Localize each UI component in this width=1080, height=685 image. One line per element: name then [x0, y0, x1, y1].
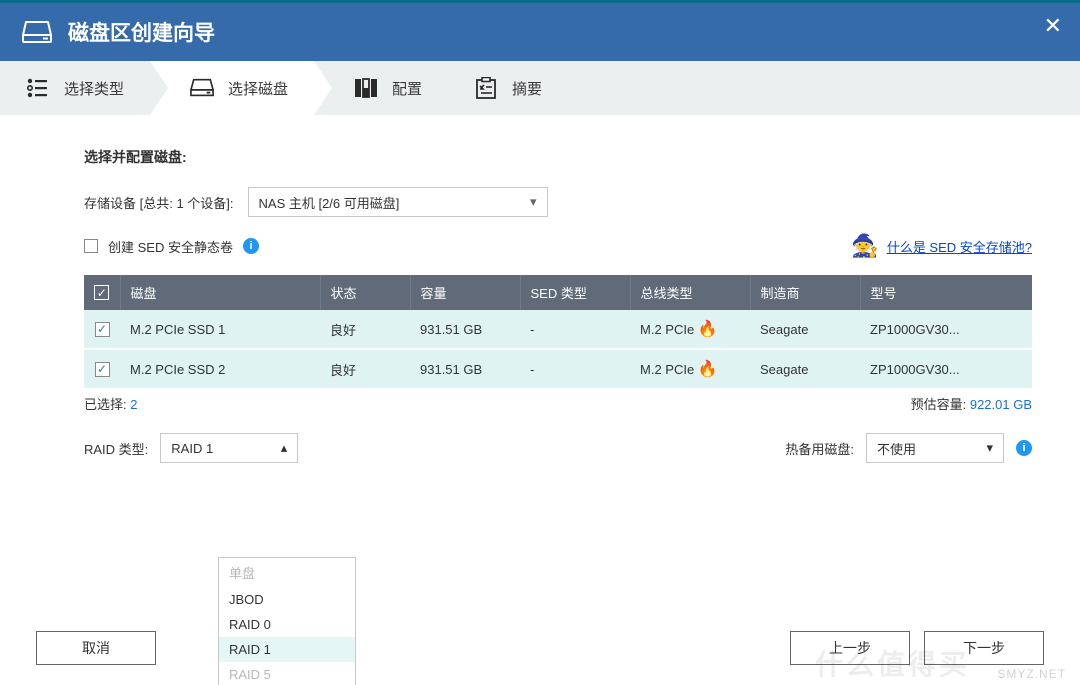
cell-capacity: 931.51 GB — [410, 310, 520, 349]
raid-type-value: RAID 1 — [171, 441, 213, 456]
close-icon[interactable]: ✕ — [1044, 13, 1062, 39]
step-label: 选择磁盘 — [228, 78, 288, 99]
titlebar: 磁盘区创建向导 ✕ — [0, 3, 1080, 61]
step-label: 选择类型 — [64, 78, 124, 99]
info-icon[interactable]: i — [243, 238, 259, 254]
fire-icon: 🔥 — [698, 321, 718, 338]
hotspare-select[interactable]: 不使用 ▾ — [866, 433, 1004, 463]
cell-capacity: 931.51 GB — [410, 349, 520, 389]
disk-table: ✓ 磁盘 状态 容量 SED 类型 总线类型 制造商 型号 ✓ M.2 PCIe … — [84, 275, 1032, 390]
cell-bus: M.2 PCIe 🔥 — [630, 349, 750, 389]
raid-type-label: RAID 类型: — [84, 439, 148, 458]
raid-option: 单盘 — [219, 558, 355, 587]
cell-disk: M.2 PCIe SSD 2 — [120, 349, 320, 389]
step-summary[interactable]: 摘要 — [448, 61, 568, 115]
table-row[interactable]: ✓ M.2 PCIe SSD 2良好931.51 GB-M.2 PCIe 🔥Sea… — [84, 349, 1032, 389]
storage-device-select[interactable]: NAS 主机 [2/6 可用磁盘] ▾ — [248, 187, 548, 217]
cell-bus: M.2 PCIe 🔥 — [630, 310, 750, 349]
step-select-disk[interactable]: 选择磁盘 — [150, 61, 314, 115]
raid-option: RAID 5 — [219, 662, 355, 685]
step-configure[interactable]: 配置 — [314, 61, 448, 115]
chevron-down-icon: ▾ — [530, 194, 537, 210]
cell-vendor: Seagate — [750, 349, 860, 389]
storage-device-value: NAS 主机 [2/6 可用磁盘] — [259, 193, 400, 212]
table-row[interactable]: ✓ M.2 PCIe SSD 1良好931.51 GB-M.2 PCIe 🔥Sea… — [84, 310, 1032, 349]
section-title: 选择并配置磁盘: — [84, 147, 1032, 167]
raid-type-select[interactable]: RAID 1 ▴ — [160, 433, 298, 463]
list-settings-icon — [26, 76, 50, 100]
fire-icon: 🔥 — [698, 361, 718, 378]
raid-option[interactable]: JBOD — [219, 587, 355, 612]
cell-model: ZP1000GV30... — [860, 310, 1032, 349]
step-label: 摘要 — [512, 78, 542, 99]
disk-icon — [22, 21, 52, 43]
raid-option[interactable]: RAID 1 — [219, 637, 355, 662]
col-bus[interactable]: 总线类型 — [630, 275, 750, 310]
summary-icon — [474, 76, 498, 100]
wizard-icon: 🧙 — [851, 233, 878, 259]
col-model[interactable]: 型号 — [860, 275, 1032, 310]
col-capacity[interactable]: 容量 — [410, 275, 520, 310]
wizard-stepper: 选择类型 选择磁盘 配置 摘要 — [0, 61, 1080, 115]
raid-option[interactable]: RAID 0 — [219, 612, 355, 637]
selected-count-label: 已选择: — [84, 397, 127, 412]
window-title: 磁盘区创建向导 — [68, 17, 215, 47]
cell-sed: - — [520, 349, 630, 389]
step-select-type[interactable]: 选择类型 — [0, 61, 150, 115]
selected-count-value: 2 — [130, 397, 137, 412]
cell-sed: - — [520, 310, 630, 349]
estimate-capacity-value: 922.01 GB — [970, 397, 1032, 412]
sliders-icon — [354, 76, 378, 100]
info-icon[interactable]: i — [1016, 440, 1032, 456]
chevron-down-icon: ▾ — [986, 440, 993, 456]
col-disk[interactable]: 磁盘 — [120, 275, 320, 310]
cell-vendor: Seagate — [750, 310, 860, 349]
prev-button[interactable]: 上一步 — [790, 631, 910, 665]
cell-model: ZP1000GV30... — [860, 349, 1032, 389]
sed-checkbox-label: 创建 SED 安全静态卷 — [108, 237, 233, 256]
chevron-up-icon: ▴ — [281, 440, 288, 456]
row-checkbox[interactable]: ✓ — [95, 322, 110, 337]
row-checkbox[interactable]: ✓ — [95, 362, 110, 377]
cancel-button[interactable]: 取消 — [36, 631, 156, 665]
cell-disk: M.2 PCIe SSD 1 — [120, 310, 320, 349]
cell-status: 良好 — [320, 349, 410, 389]
sed-checkbox[interactable] — [84, 239, 98, 253]
select-all-checkbox[interactable]: ✓ — [94, 285, 109, 300]
hotspare-label: 热备用磁盘: — [785, 439, 854, 458]
hotspare-value: 不使用 — [877, 439, 916, 458]
cell-status: 良好 — [320, 310, 410, 349]
step-label: 配置 — [392, 78, 422, 99]
sed-help-link[interactable]: 什么是 SED 安全存储池? — [887, 237, 1032, 256]
storage-device-label: 存储设备 [总共: 1 个设备]: — [84, 193, 234, 212]
next-button[interactable]: 下一步 — [924, 631, 1044, 665]
disk-step-icon — [190, 76, 214, 100]
col-vendor[interactable]: 制造商 — [750, 275, 860, 310]
col-sed[interactable]: SED 类型 — [520, 275, 630, 310]
raid-type-dropdown[interactable]: 单盘JBODRAID 0RAID 1RAID 5RAID 6RAID 10RAI… — [218, 557, 356, 685]
col-status[interactable]: 状态 — [320, 275, 410, 310]
estimate-capacity-label: 预估容量: — [911, 397, 967, 412]
